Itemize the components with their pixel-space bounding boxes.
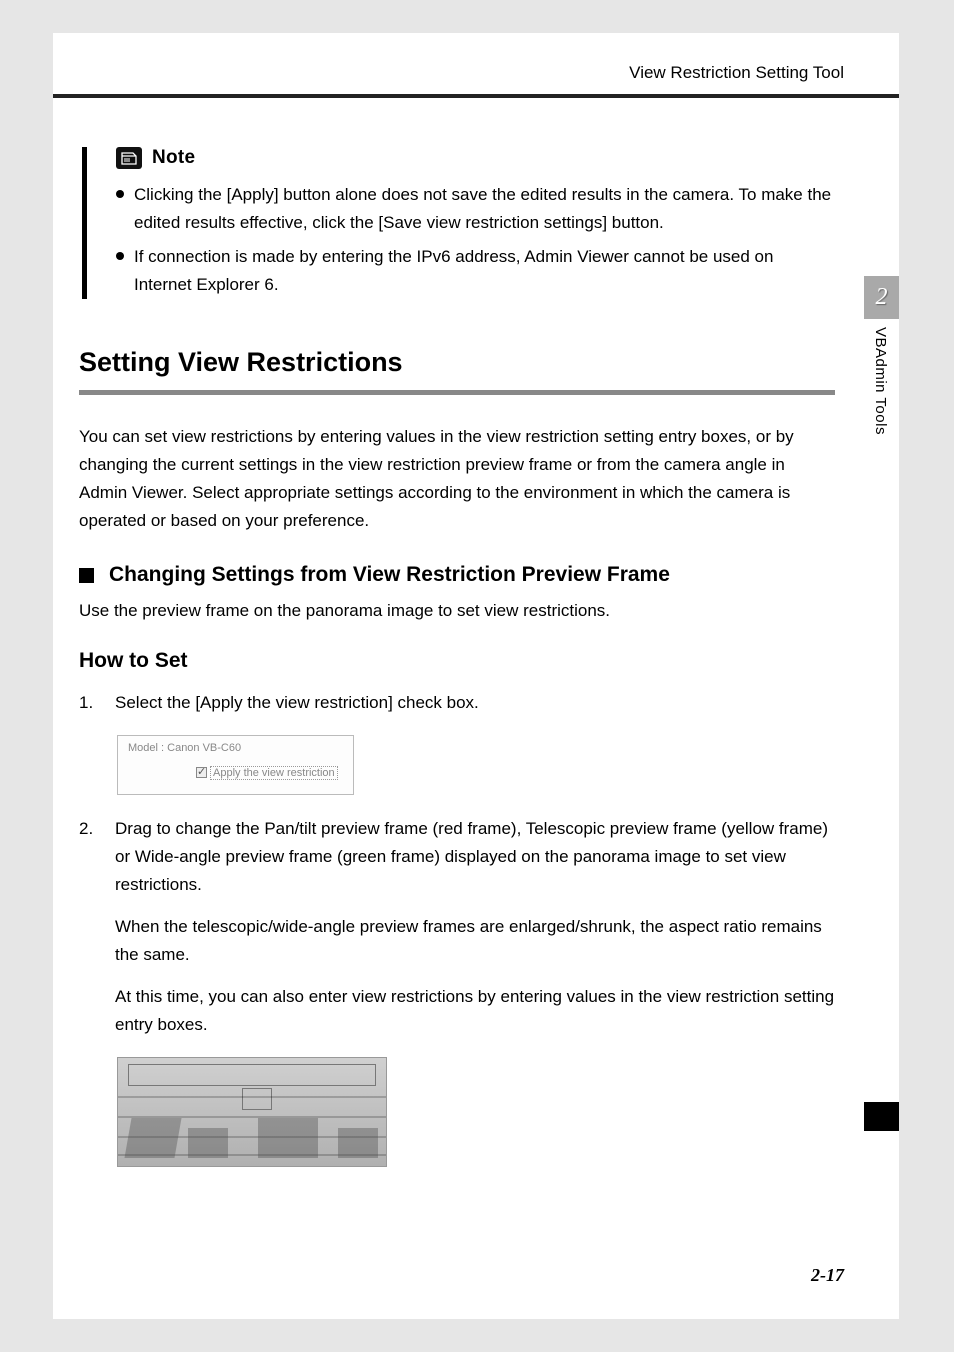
step-para: Drag to change the Pan/tilt preview fram… [115,815,835,899]
preview-frame-outer [128,1064,376,1086]
how-to-set-heading: How to Set [79,649,835,673]
content-area: Note Clicking the [Apply] button alone d… [79,147,835,1167]
chapter-label: VBAdmin Tools [864,327,889,435]
side-thumb-marker [864,1102,899,1131]
step-item: 1. Select the [Apply the view restrictio… [79,689,835,717]
header-rule [53,94,899,98]
subsection-heading: Changing Settings from View Restriction … [109,563,670,587]
square-bullet-icon [79,568,94,583]
step-para: When the telescopic/wide-angle preview f… [115,913,835,969]
section-heading: Setting View Restrictions [79,347,835,378]
step-para: Select the [Apply the view restriction] … [115,689,835,717]
figure-model-label: Model : Canon VB-C60 [128,742,241,754]
page: View Restriction Setting Tool 2 VBAdmin … [53,33,899,1319]
preview-frame-inner [242,1088,272,1110]
subsection-desc: Use the preview frame on the panorama im… [79,597,835,624]
step-item: 2. Drag to change the Pan/tilt preview f… [79,815,835,1039]
header-title: View Restriction Setting Tool [629,63,844,83]
note-title: Note [152,147,195,169]
step-number: 1. [79,689,115,717]
note-block: Note Clicking the [Apply] button alone d… [82,147,835,299]
figure-checkbox-ui: Model : Canon VB-C60 Apply the view rest… [117,735,354,795]
note-bar [82,147,87,299]
steps-list: 1. Select the [Apply the view restrictio… [79,689,835,1167]
subsection-row: Changing Settings from View Restriction … [79,563,835,587]
note-item: Clicking the [Apply] button alone does n… [116,181,835,237]
intro-paragraph: You can set view restrictions by enterin… [79,423,835,535]
side-chapter-tab: 2 VBAdmin Tools [864,276,899,435]
figure-apply-checkbox-row: Apply the view restriction [196,766,338,780]
note-item: If connection is made by entering the IP… [116,243,835,299]
step-number: 2. [79,815,115,1039]
step-body: Select the [Apply the view restriction] … [115,689,835,717]
checkbox-icon [196,767,207,778]
step-para: At this time, you can also enter view re… [115,983,835,1039]
note-icon [116,147,142,169]
step-body: Drag to change the Pan/tilt preview fram… [115,815,835,1039]
figure-checkbox-label: Apply the view restriction [210,766,338,780]
page-number: 2-17 [811,1265,844,1286]
chapter-number-box: 2 [864,276,899,319]
note-list: Clicking the [Apply] button alone does n… [116,181,835,299]
figure-panorama-preview [117,1057,387,1167]
section-rule [79,390,835,395]
